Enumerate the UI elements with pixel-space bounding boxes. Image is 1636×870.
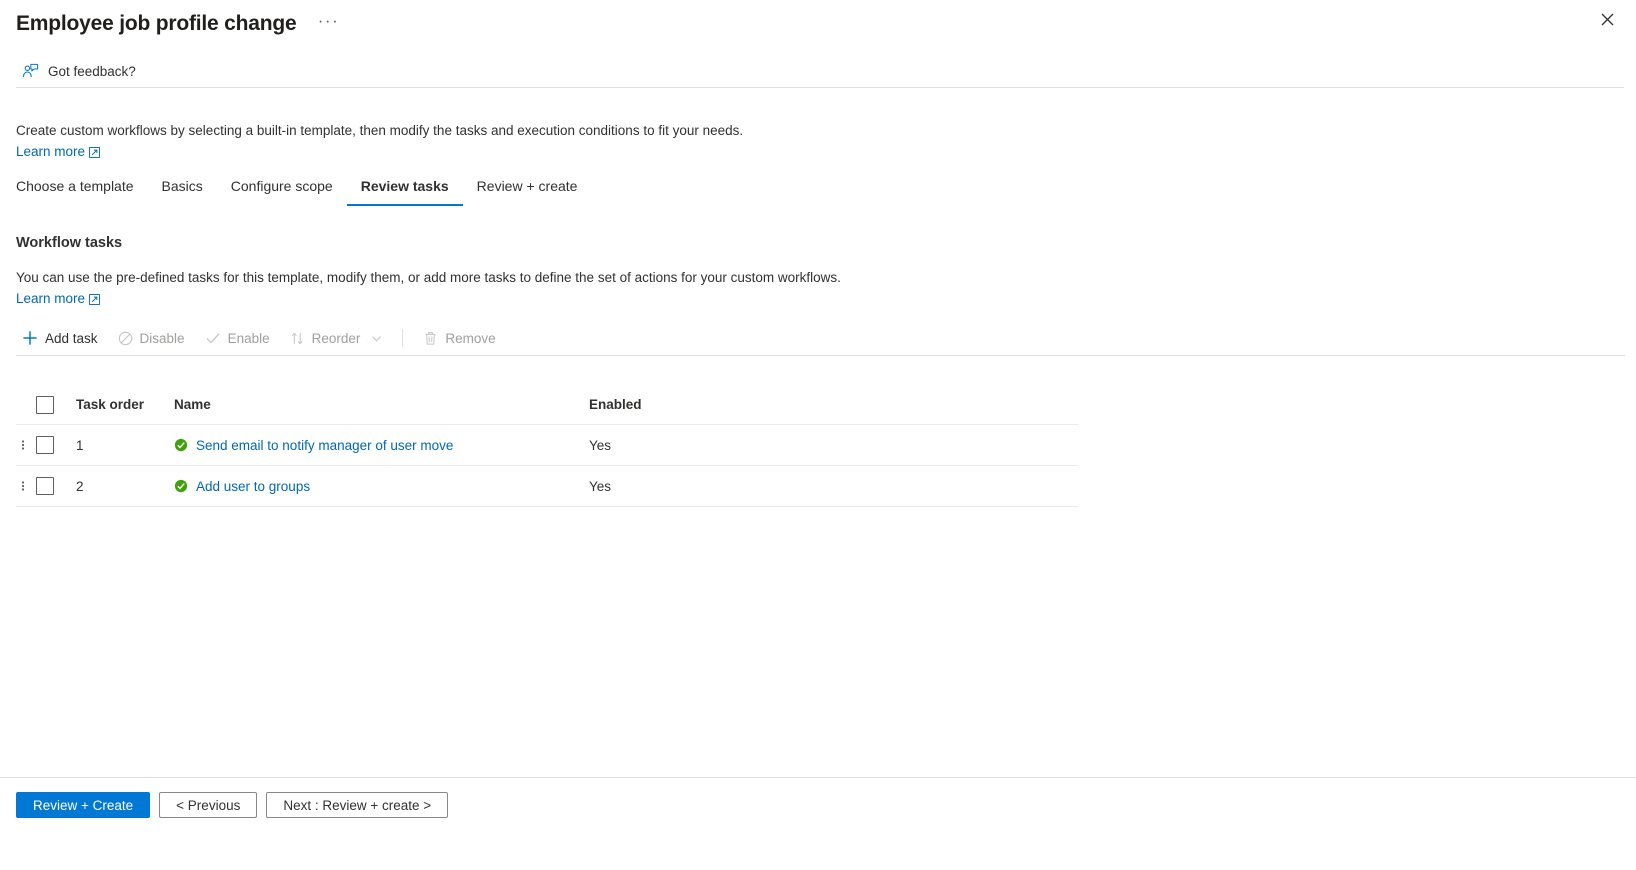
- reorder-tasks-label: Reorder: [311, 330, 361, 346]
- trash-icon: [423, 331, 438, 346]
- intro-block: Create custom workflows by selecting a b…: [16, 121, 743, 163]
- feedback-bar[interactable]: Got feedback?: [0, 56, 136, 86]
- row-select-cell: [30, 436, 76, 454]
- checkmark-icon: [205, 330, 221, 346]
- tab-review-tasks[interactable]: Review tasks: [346, 176, 463, 206]
- command-bar-separator: [402, 329, 404, 347]
- tab-review-create[interactable]: Review + create: [463, 176, 592, 206]
- remove-task-button[interactable]: Remove: [413, 322, 505, 354]
- drag-handle-icon[interactable]: [16, 478, 30, 494]
- enable-task-button[interactable]: Enable: [195, 322, 280, 354]
- cell-task-name: Add user to groups: [174, 479, 589, 494]
- task-name-link[interactable]: Send email to notify manager of user mov…: [196, 438, 453, 453]
- plus-icon: [22, 330, 38, 346]
- row-select-cell: [30, 477, 76, 495]
- row-checkbox[interactable]: [36, 477, 54, 495]
- tasks-command-bar: Add task Disable Enable Reorder Remove: [16, 322, 1624, 354]
- success-check-icon: [174, 438, 188, 452]
- feedback-label[interactable]: Got feedback?: [48, 64, 136, 79]
- section-description-block: You can use the pre-defined tasks for th…: [16, 268, 841, 310]
- review-create-button[interactable]: Review + Create: [16, 792, 151, 818]
- select-all-cell: [30, 395, 76, 414]
- section-learn-more-link[interactable]: Learn more: [16, 291, 85, 306]
- tab-basics[interactable]: Basics: [148, 176, 217, 206]
- select-all-checkbox[interactable]: [36, 395, 54, 414]
- chevron-down-icon: [371, 333, 382, 344]
- column-header-name[interactable]: Name: [174, 397, 589, 412]
- page-title: Employee job profile change: [16, 12, 297, 35]
- block-icon: [118, 331, 133, 346]
- wizard-footer: Review + Create < Previous Next : Review…: [16, 792, 449, 818]
- footer-divider: [0, 777, 1636, 778]
- disable-task-button[interactable]: Disable: [108, 322, 195, 354]
- cell-task-name: Send email to notify manager of user mov…: [174, 438, 589, 453]
- table-header-row: Task order Name Enabled: [16, 385, 1078, 425]
- intro-learn-more-link[interactable]: Learn more: [16, 144, 85, 159]
- command-bar-divider: [16, 355, 1625, 356]
- drag-handle-icon[interactable]: [16, 437, 30, 453]
- cell-enabled: Yes: [589, 478, 612, 494]
- add-task-button[interactable]: Add task: [16, 322, 108, 354]
- close-icon[interactable]: [1590, 2, 1624, 36]
- cell-task-order: 1: [76, 437, 84, 453]
- column-header-enabled[interactable]: Enabled: [589, 397, 789, 412]
- enable-task-label: Enable: [227, 330, 270, 346]
- row-checkbox[interactable]: [36, 436, 54, 454]
- disable-task-label: Disable: [139, 330, 185, 346]
- external-link-icon: [89, 291, 100, 310]
- external-link-icon: [89, 144, 100, 163]
- reorder-tasks-button[interactable]: Reorder: [280, 322, 393, 354]
- tab-configure-scope[interactable]: Configure scope: [217, 176, 347, 206]
- add-task-label: Add task: [45, 330, 98, 346]
- section-description: You can use the pre-defined tasks for th…: [16, 270, 841, 285]
- blade-root: Employee job profile change ··· Got feed…: [0, 0, 1636, 870]
- table-row[interactable]: 2 Add user to groups Yes: [16, 466, 1078, 507]
- remove-task-label: Remove: [445, 330, 496, 346]
- tab-choose-a-template[interactable]: Choose a template: [16, 176, 148, 206]
- blade-header: Employee job profile change ···: [0, 0, 1636, 48]
- section-title: Workflow tasks: [16, 235, 123, 251]
- sort-arrows-icon: [290, 331, 305, 346]
- more-options-button[interactable]: ···: [315, 10, 343, 38]
- tasks-table: Task order Name Enabled 1 Send email to …: [16, 385, 1078, 507]
- previous-button[interactable]: < Previous: [159, 792, 258, 818]
- intro-text: Create custom workflows by selecting a b…: [16, 123, 744, 138]
- cell-task-order: 2: [76, 478, 84, 494]
- success-check-icon: [174, 479, 188, 493]
- column-header-task-order[interactable]: Task order: [76, 397, 174, 412]
- next-button[interactable]: Next : Review + create >: [266, 792, 449, 818]
- header-divider: [16, 87, 1624, 88]
- cell-enabled: Yes: [589, 437, 612, 453]
- table-row[interactable]: 1 Send email to notify manager of user m…: [16, 425, 1078, 466]
- feedback-person-icon: [22, 63, 39, 80]
- wizard-tablist: Choose a template Basics Configure scope…: [16, 176, 591, 206]
- task-name-link[interactable]: Add user to groups: [196, 479, 310, 494]
